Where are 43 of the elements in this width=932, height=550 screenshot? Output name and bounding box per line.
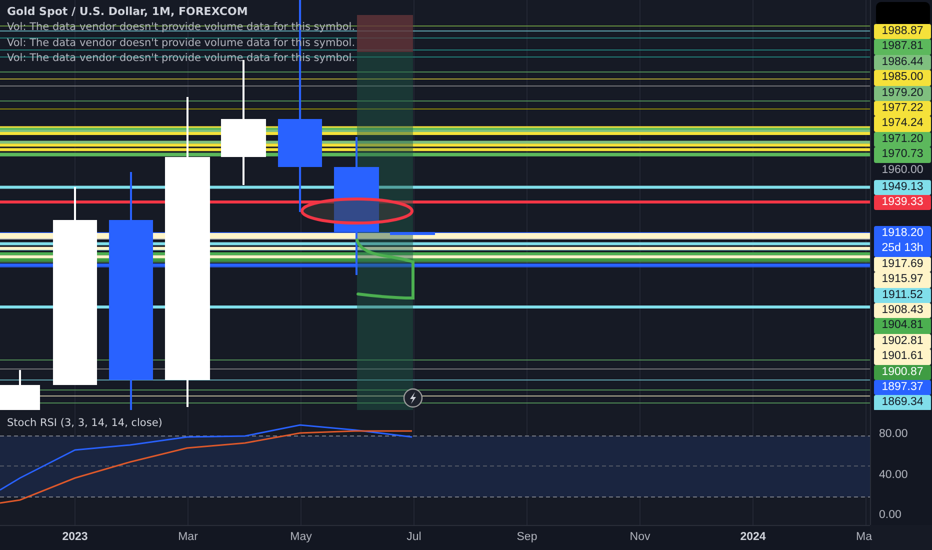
price-label: 1979.20 — [874, 86, 931, 101]
price-label: 1977.22 — [874, 101, 931, 116]
price-label: 1986.44 — [874, 54, 931, 70]
price-label: 1985.00 — [874, 70, 931, 86]
price-tick: 1960.00 — [880, 163, 924, 178]
price-label: 1970.73 — [874, 147, 931, 163]
price-label: 1897.37 — [874, 380, 931, 396]
price-label: 1904.81 — [874, 318, 931, 334]
price-marker — [390, 232, 435, 235]
time-label: Jul — [406, 531, 422, 543]
time-label: Sep — [516, 531, 538, 543]
price-label: 1900.87 — [874, 364, 931, 380]
price-label: 1901.61 — [874, 349, 931, 365]
indicator-tick: 80.00 — [879, 428, 908, 440]
price-label: 1911.52 — [874, 288, 931, 303]
price-label: 1974.24 — [874, 116, 931, 132]
price-label: 1918.20 25d 13h — [874, 226, 931, 257]
loss-zone — [357, 15, 413, 52]
indicator-title: Stoch RSI (3, 3, 14, 14, close) — [7, 417, 162, 429]
price-tag-background — [876, 2, 930, 26]
price-chart[interactable] — [0, 0, 870, 410]
price-label: 1949.13 — [874, 180, 931, 195]
freehand-drawing — [356, 238, 414, 300]
price-label: 1915.97 — [874, 272, 931, 288]
time-label: Nov — [630, 531, 650, 543]
candlestick — [0, 370, 40, 410]
price-label: 1917.69 — [874, 256, 931, 272]
time-label: Ma — [856, 531, 872, 543]
price-label: 1869.34 — [874, 395, 931, 411]
indicator-tick: 0.00 — [879, 509, 902, 521]
time-label: May — [290, 531, 312, 543]
price-label: 1908.43 — [874, 303, 931, 318]
price-label: 1971.20 — [874, 132, 931, 148]
price-label: 1902.81 — [874, 334, 931, 350]
price-label: 1987.81 — [874, 39, 931, 55]
time-label: 2023 — [62, 531, 88, 543]
time-label: 2024 — [740, 531, 766, 543]
symbol-title: Gold Spot / U.S. Dollar, 1M, FOREXCOM — [7, 5, 249, 19]
lightning-icon[interactable] — [403, 388, 423, 408]
price-label: 1988.87 — [874, 24, 931, 40]
time-label: Mar — [178, 531, 198, 543]
price-label: 1939.33 — [874, 195, 931, 210]
indicator-tick: 40.00 — [879, 468, 908, 480]
